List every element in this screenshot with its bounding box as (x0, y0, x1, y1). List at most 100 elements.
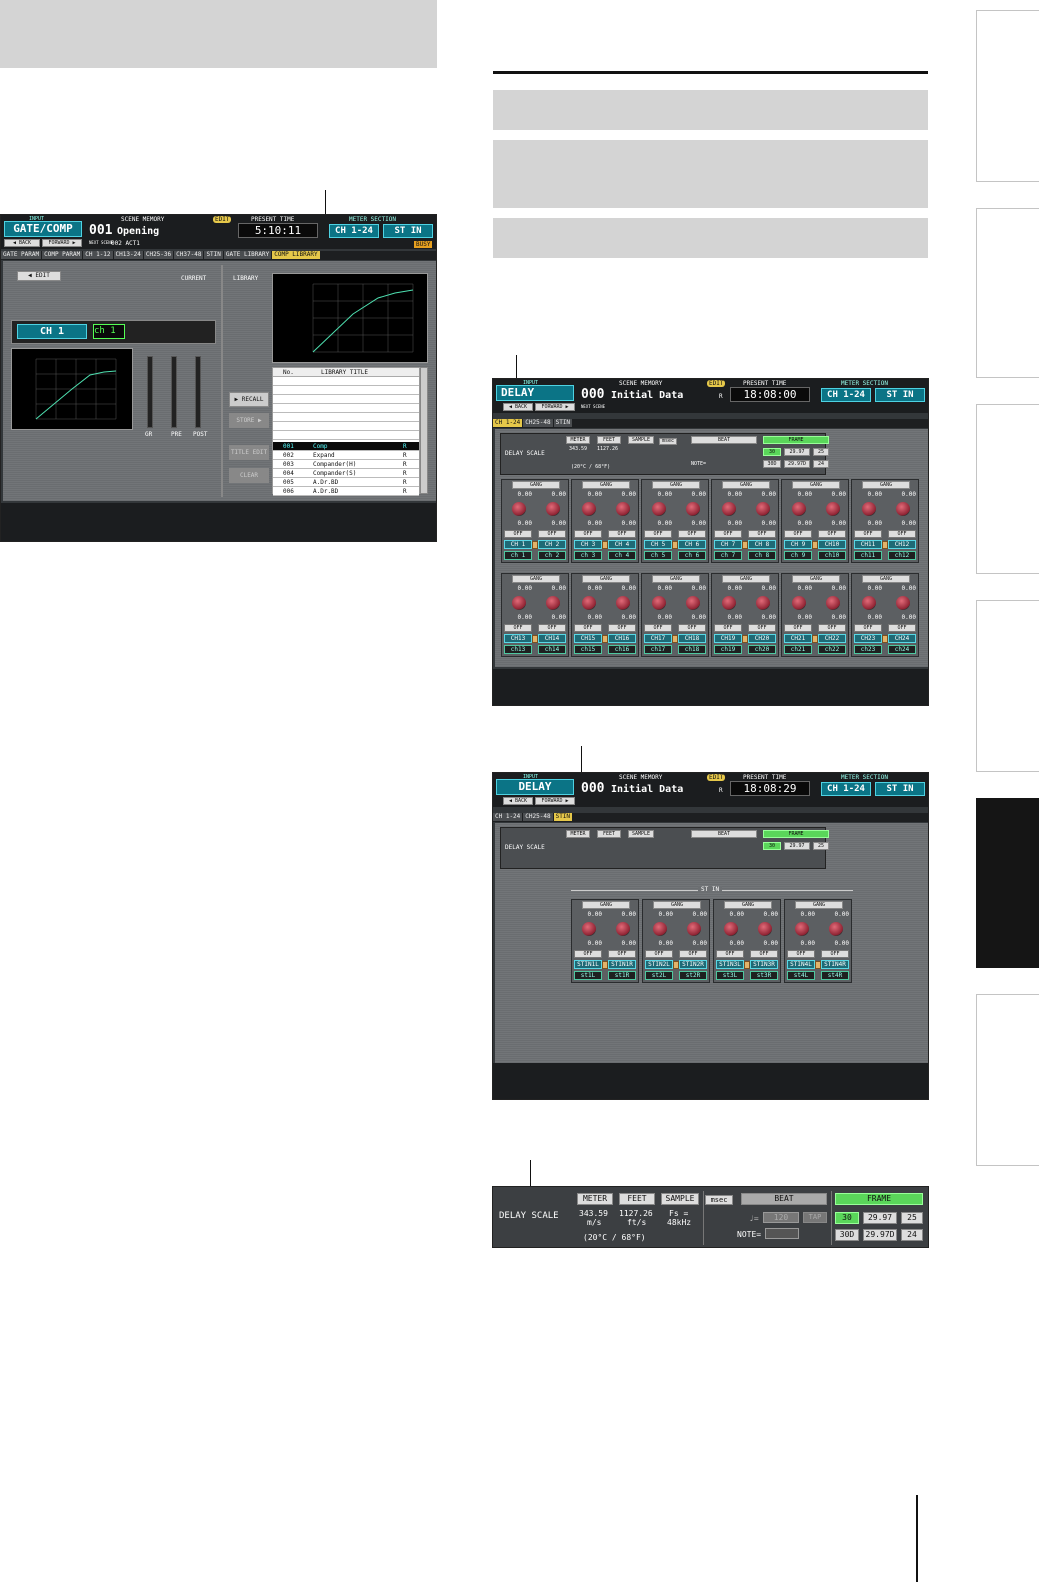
frame-button[interactable]: FRAME (835, 1193, 923, 1205)
delay-knob[interactable] (616, 502, 630, 516)
off-button[interactable]: OFF (750, 950, 778, 958)
pair-link-icon[interactable] (602, 635, 608, 643)
edit-button[interactable]: ◀ EDIT (17, 271, 61, 281)
tab-ch25-36[interactable]: CH25-36 (143, 251, 174, 259)
channel-id[interactable]: STIN3R (750, 960, 778, 969)
title-edit-button[interactable]: TITLE EDIT (229, 445, 269, 460)
off-button[interactable]: OFF (784, 624, 812, 632)
gang-button[interactable]: GANG (792, 575, 840, 583)
channel-id[interactable]: CH 2 (538, 540, 566, 549)
pair-link-icon[interactable] (672, 635, 678, 643)
tab-ch25-48[interactable]: CH25-48 (523, 419, 553, 427)
back-button[interactable]: ◀ BACK (4, 239, 40, 247)
off-button[interactable]: OFF (644, 530, 672, 538)
pair-link-icon[interactable] (744, 961, 750, 969)
frame-2997[interactable]: 29.97 (863, 1212, 897, 1224)
channel-id[interactable]: CH13 (504, 634, 532, 643)
channel-id[interactable]: CH18 (678, 634, 706, 643)
frame-button[interactable]: FRAME (763, 830, 829, 838)
channel-id[interactable]: CH16 (608, 634, 636, 643)
store-button[interactable]: STORE ▶ (229, 413, 269, 428)
beat-button[interactable]: BEAT (691, 436, 757, 444)
library-scrollbar[interactable] (420, 367, 428, 494)
off-button[interactable]: OFF (504, 624, 532, 632)
tab-ch1-24[interactable]: CH 1-24 (493, 419, 523, 427)
frame-24[interactable]: 24 (901, 1229, 923, 1241)
off-button[interactable]: OFF (608, 624, 636, 632)
sample-button[interactable]: SAMPLE (661, 1193, 699, 1205)
delay-knob[interactable] (546, 596, 560, 610)
off-button[interactable]: OFF (854, 624, 882, 632)
pair-link-icon[interactable] (672, 541, 678, 549)
gang-button[interactable]: GANG (512, 481, 560, 489)
meter-ch-button[interactable]: CH 1-24 (329, 224, 379, 238)
frame-25[interactable]: 25 (813, 842, 829, 850)
frame-30[interactable]: 30 (763, 448, 781, 456)
channel-id[interactable]: CH 7 (714, 540, 742, 549)
frame-2997d[interactable]: 29.97D (784, 460, 810, 468)
gang-button[interactable]: GANG (722, 481, 770, 489)
delay-knob[interactable] (582, 596, 596, 610)
frame-30d[interactable]: 30D (835, 1229, 859, 1241)
back-button[interactable]: ◀ BACK (503, 797, 533, 805)
off-button[interactable]: OFF (714, 530, 742, 538)
channel-id[interactable]: STIN4R (821, 960, 849, 969)
off-button[interactable]: OFF (748, 624, 776, 632)
frame-30d[interactable]: 30D (763, 460, 781, 468)
tab-ch1-24[interactable]: CH 1-24 (493, 813, 523, 821)
pair-link-icon[interactable] (742, 541, 748, 549)
delay-knob[interactable] (616, 596, 630, 610)
pair-link-icon[interactable] (882, 541, 888, 549)
channel-id[interactable]: CH 9 (784, 540, 812, 549)
tab-stin[interactable]: STIN (204, 251, 223, 259)
channel-id[interactable]: STIN3L (716, 960, 744, 969)
delay-knob[interactable] (792, 502, 806, 516)
off-button[interactable]: OFF (574, 624, 602, 632)
forward-button[interactable]: FORWARD ▶ (535, 403, 575, 411)
gang-button[interactable]: GANG (582, 481, 630, 489)
msec-button[interactable]: msec (705, 1195, 733, 1205)
gang-button[interactable]: GANG (795, 901, 843, 909)
pair-link-icon[interactable] (812, 541, 818, 549)
frame-button[interactable]: FRAME (763, 436, 829, 444)
channel-id[interactable]: CH19 (714, 634, 742, 643)
off-button[interactable]: OFF (888, 530, 916, 538)
gang-button[interactable]: GANG (582, 901, 630, 909)
delay-knob[interactable] (582, 502, 596, 516)
frame-24[interactable]: 24 (813, 460, 829, 468)
forward-button[interactable]: FORWARD ▶ (42, 239, 82, 247)
pair-link-icon[interactable] (882, 635, 888, 643)
channel-id[interactable]: CH15 (574, 634, 602, 643)
gang-button[interactable]: GANG (862, 575, 910, 583)
off-button[interactable]: OFF (821, 950, 849, 958)
delay-knob[interactable] (826, 502, 840, 516)
off-button[interactable]: OFF (854, 530, 882, 538)
library-row[interactable]: 004 Compander(S) R (273, 469, 419, 478)
frame-2997[interactable]: 29.97 (784, 448, 810, 456)
off-button[interactable]: OFF (644, 624, 672, 632)
channel-id[interactable]: CH24 (888, 634, 916, 643)
frame-2997[interactable]: 29.97 (784, 842, 810, 850)
channel-id[interactable]: CH10 (818, 540, 846, 549)
delay-knob[interactable] (687, 922, 701, 936)
off-button[interactable]: OFF (716, 950, 744, 958)
pair-link-icon[interactable] (815, 961, 821, 969)
channel-id[interactable]: STIN1R (608, 960, 636, 969)
delay-knob[interactable] (829, 922, 843, 936)
frame-25[interactable]: 25 (813, 448, 829, 456)
off-button[interactable]: OFF (818, 624, 846, 632)
off-button[interactable]: OFF (748, 530, 776, 538)
tab-ch25-48[interactable]: CH25-48 (523, 813, 553, 821)
channel-id[interactable]: STIN1L (574, 960, 602, 969)
pair-link-icon[interactable] (602, 541, 608, 549)
channel-id[interactable]: CH 6 (678, 540, 706, 549)
channel-id[interactable]: CH12 (888, 540, 916, 549)
clear-button[interactable]: CLEAR (229, 468, 269, 483)
off-button[interactable]: OFF (538, 530, 566, 538)
pair-link-icon[interactable] (812, 635, 818, 643)
sample-button[interactable]: SAMPLE (628, 830, 654, 838)
tab-comp-param[interactable]: COMP PARAM (42, 251, 83, 259)
delay-knob[interactable] (546, 502, 560, 516)
off-button[interactable]: OFF (574, 530, 602, 538)
meter-ch-button[interactable]: CH 1-24 (821, 782, 871, 796)
